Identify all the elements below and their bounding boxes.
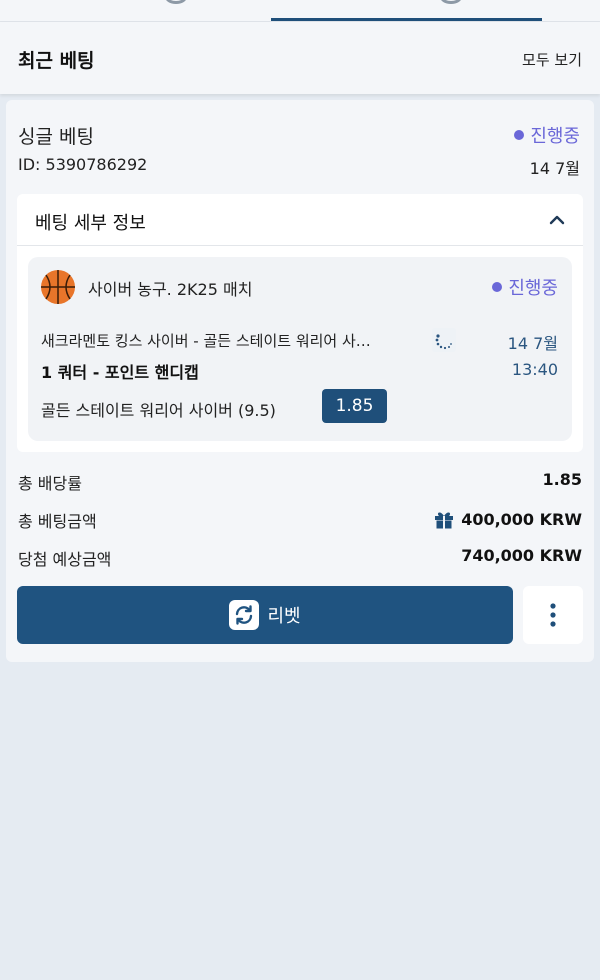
total-odds-row: 총 배당률 1.85 xyxy=(18,470,582,494)
match-status: 진행중 xyxy=(492,274,558,300)
bet-card: 싱글 베팅 진행중 ID: 5390786292 14 7월 베팅 세부 정보 … xyxy=(6,100,594,662)
active-tab-indicator xyxy=(271,18,542,21)
total-odds-label: 총 배당률 xyxy=(18,474,82,493)
loading-icon xyxy=(432,328,456,352)
match-selection: 사이버 농구. 2K25 매치 진행중 새크라멘토 킹스 사이버 - 골든 스테… xyxy=(28,257,572,441)
odds-badge: 1.85 xyxy=(322,389,387,423)
bet-details-title: 베팅 세부 정보 xyxy=(35,213,146,234)
match-date: 14 7월 xyxy=(507,334,558,353)
potential-win-label: 당첨 예상금액 xyxy=(18,550,112,569)
bet-id: ID: 5390786292 xyxy=(18,155,148,174)
total-stake-row: 총 베팅금액 400,000 KRW xyxy=(18,508,582,532)
total-stake-value-group: 400,000 KRW xyxy=(433,508,582,530)
tab-icon-right[interactable] xyxy=(440,0,462,4)
more-vertical-icon xyxy=(550,603,556,627)
bet-date: 14 7월 xyxy=(529,159,580,178)
bet-market: 1 쿼터 - 포인트 핸디캡 xyxy=(41,363,199,382)
potential-win-row: 당첨 예상금액 740,000 KRW xyxy=(18,546,582,570)
rebet-button[interactable]: 리벳 xyxy=(17,586,513,644)
total-stake-label: 총 베팅금액 xyxy=(18,512,97,531)
view-all-link[interactable]: 모두 보기 xyxy=(522,49,582,70)
rebet-label: 리벳 xyxy=(267,606,301,627)
status-dot-icon xyxy=(514,130,525,140)
bet-details-panel: 베팅 세부 정보 사이버 농구. 2K25 매치 진행중 새크라멘토 킹스 사이… xyxy=(17,194,583,452)
section-title: 최근 베팅 xyxy=(18,50,95,72)
total-odds-value: 1.85 xyxy=(542,470,582,489)
bet-status-label: 진행중 xyxy=(530,126,580,147)
basketball-icon xyxy=(41,270,75,304)
match-teams: 새크라멘토 킹스 사이버 - 골든 스테이트 워리어 사… xyxy=(41,332,371,350)
bet-type: 싱글 베팅 xyxy=(18,126,94,148)
status-dot-icon xyxy=(492,282,503,292)
gift-icon xyxy=(435,512,454,529)
potential-win-value: 740,000 KRW xyxy=(461,546,582,565)
match-status-label: 진행중 xyxy=(508,278,558,299)
bet-selection: 골든 스테이트 워리어 사이버 (9.5) xyxy=(41,401,276,420)
match-name: 사이버 농구. 2K25 매치 xyxy=(88,280,253,299)
chevron-up-icon[interactable] xyxy=(549,212,565,228)
refresh-icon xyxy=(229,600,260,630)
recent-bets-header: 최근 베팅 모두 보기 xyxy=(0,22,600,94)
top-tab-bar xyxy=(0,0,600,22)
bet-details-header[interactable]: 베팅 세부 정보 xyxy=(17,194,583,246)
more-options-button[interactable] xyxy=(523,586,583,644)
total-stake-value: 400,000 KRW xyxy=(461,509,582,529)
bet-status: 진행중 xyxy=(514,122,580,148)
tab-icon-left[interactable] xyxy=(165,0,187,4)
match-time: 13:40 xyxy=(511,360,558,379)
